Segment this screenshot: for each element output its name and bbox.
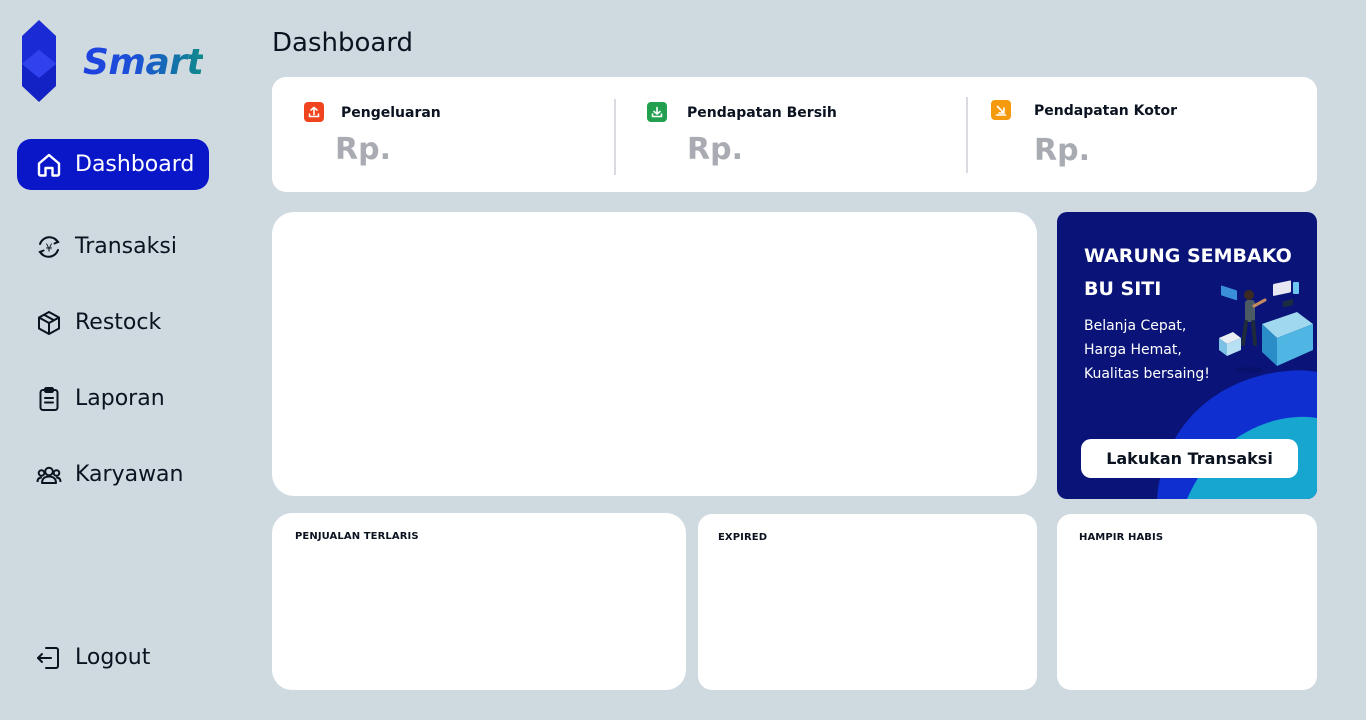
promo-subtitle: Belanja Cepat, Harga Hemat, Kualitas ber… bbox=[1084, 318, 1210, 382]
stat-label: Pendapatan Bersih bbox=[687, 105, 837, 121]
sidebar-item-restock[interactable]: Restock bbox=[17, 297, 209, 348]
stat-value: Rp. bbox=[335, 132, 391, 167]
stat-label: Pendapatan Kotor bbox=[1034, 103, 1178, 119]
stat-pengeluaran: Pengeluaran Rp. bbox=[272, 77, 612, 192]
stat-value: Rp. bbox=[1034, 133, 1090, 168]
logout-icon bbox=[35, 644, 63, 672]
card-title: PENJUALAN TERLARIS bbox=[295, 531, 419, 542]
stats-card: Pengeluaran Rp. Pendapatan Bersih Rp. Pe… bbox=[272, 77, 1317, 192]
home-icon bbox=[35, 151, 63, 179]
sidebar-item-transaksi[interactable]: ¥ Transaksi bbox=[17, 221, 209, 272]
card-title: HAMPIR HABIS bbox=[1079, 532, 1164, 543]
package-icon bbox=[35, 309, 63, 337]
currency-exchange-icon: ¥ bbox=[35, 233, 63, 261]
expired-card: EXPIRED bbox=[698, 514, 1037, 690]
brand-name: Smart bbox=[83, 42, 204, 83]
stat-pendapatan-kotor: Pendapatan Kotor Rp. bbox=[968, 77, 1317, 192]
sidebar-item-label: Dashboard bbox=[75, 152, 195, 177]
promo-banner: WARUNG SEMBAKO BU SITI Belanja Cepat, Ha… bbox=[1057, 212, 1317, 499]
sidebar-item-label: Karyawan bbox=[75, 462, 184, 487]
logo-mark-icon bbox=[22, 20, 56, 102]
svg-text:¥: ¥ bbox=[46, 241, 53, 254]
card-title: EXPIRED bbox=[718, 532, 768, 543]
lakukan-transaksi-button[interactable]: Lakukan Transaksi bbox=[1081, 439, 1298, 478]
arrow-up-tray-icon bbox=[304, 102, 324, 122]
stat-pendapatan-bersih: Pendapatan Bersih Rp. bbox=[616, 77, 966, 192]
promo-title: WARUNG SEMBAKO BU SITI bbox=[1084, 245, 1292, 300]
chart-panel bbox=[272, 212, 1037, 496]
sidebar-item-laporan[interactable]: Laporan bbox=[17, 373, 209, 424]
clipboard-icon bbox=[35, 385, 63, 413]
low-stock-card: HAMPIR HABIS bbox=[1057, 514, 1317, 690]
users-icon bbox=[35, 461, 63, 489]
stat-value: Rp. bbox=[687, 132, 743, 167]
sidebar-item-karyawan[interactable]: Karyawan bbox=[17, 449, 209, 500]
sidebar-item-dashboard[interactable]: Dashboard bbox=[17, 139, 209, 190]
logout-label: Logout bbox=[75, 645, 151, 670]
page-title: Dashboard bbox=[272, 28, 414, 58]
logout-button[interactable]: Logout bbox=[17, 632, 209, 683]
sidebar-item-label: Laporan bbox=[75, 386, 165, 411]
best-selling-card: PENJUALAN TERLARIS bbox=[272, 513, 686, 690]
brand-logo: Smart bbox=[18, 20, 218, 104]
sidebar-item-label: Restock bbox=[75, 310, 162, 335]
arrow-down-tray-icon bbox=[647, 102, 667, 122]
stat-label: Pengeluaran bbox=[341, 105, 441, 121]
arrow-down-right-icon bbox=[991, 100, 1011, 120]
sidebar-item-label: Transaksi bbox=[75, 234, 177, 259]
